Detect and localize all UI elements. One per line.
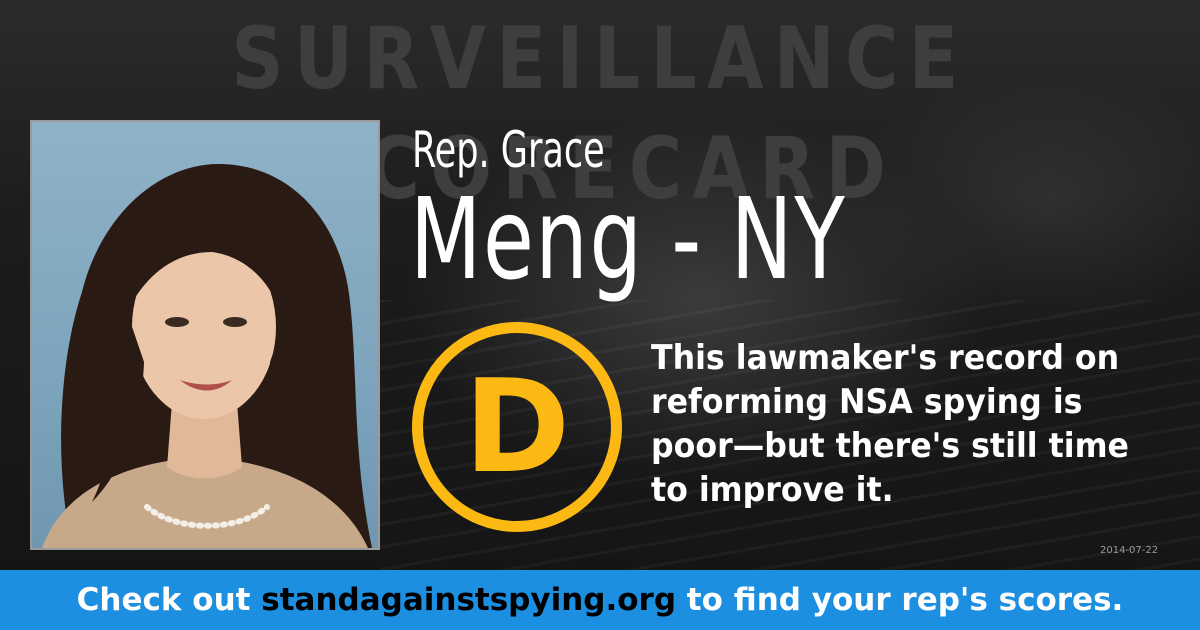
banner-prefix: Check out (76, 582, 262, 618)
banner-suffix: to find your rep's scores. (676, 582, 1124, 618)
grade-letter: D (463, 353, 571, 502)
rep-portrait (30, 120, 380, 550)
grade-description: This lawmaker's record on reforming NSA … (651, 338, 1129, 510)
call-to-action-banner: Check out standagainstspying.org to find… (0, 570, 1200, 630)
rep-title-first-name: Rep. Grace (412, 121, 605, 179)
page-title: SURVEILLANCE SCORECARD (231, 9, 969, 219)
grade-badge: D (412, 322, 622, 532)
rep-last-name-state: Meng - NY (410, 175, 847, 305)
banner-site-link[interactable]: standagainstspying.org (261, 582, 676, 618)
date-stamp: 2014-07-22 (1100, 545, 1159, 556)
